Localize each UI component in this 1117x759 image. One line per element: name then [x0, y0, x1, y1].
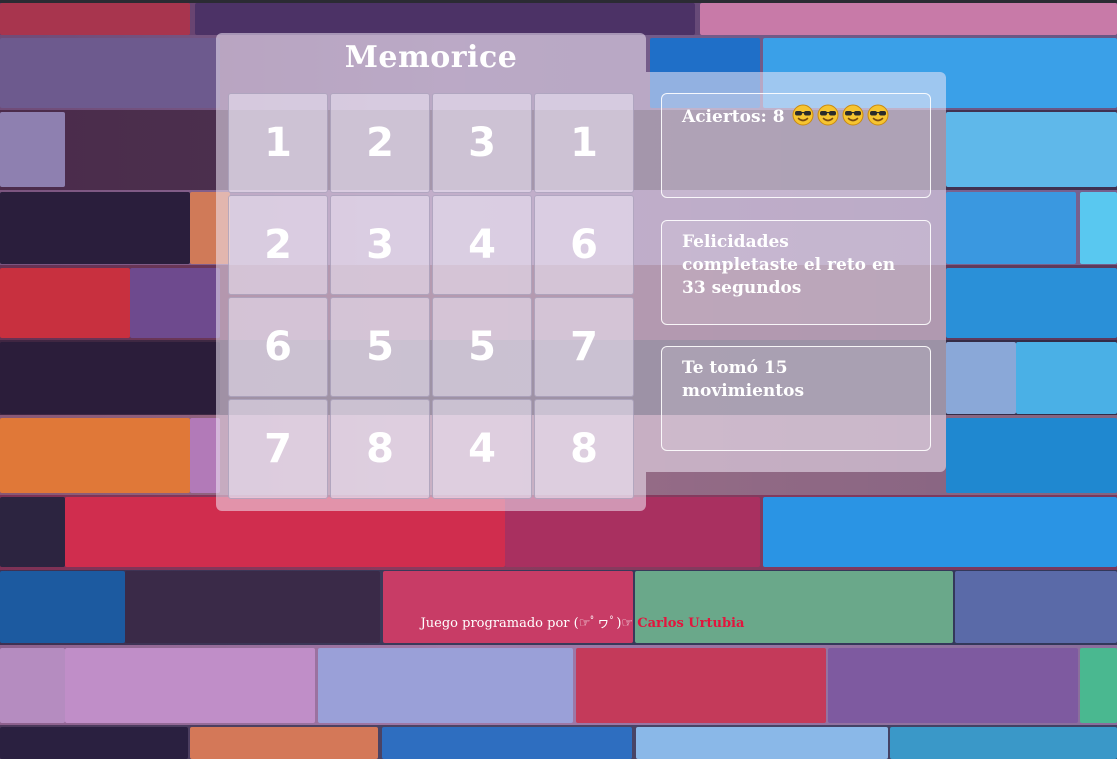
background-brick — [0, 727, 188, 759]
background-brick — [576, 648, 826, 723]
background-brick — [195, 3, 695, 35]
background-brick — [0, 192, 190, 264]
memory-card[interactable]: 1 — [228, 93, 328, 193]
background-brick — [0, 268, 130, 338]
background-brick — [318, 648, 573, 723]
background-brick — [763, 497, 1117, 567]
memory-card[interactable]: 8 — [330, 399, 430, 499]
congrats-box: Felicidades completaste el reto en 33 se… — [661, 220, 931, 325]
card-grid: 1 2 3 1 2 3 4 6 6 5 5 7 7 8 4 8 — [228, 93, 636, 501]
memory-card[interactable]: 2 — [228, 195, 328, 295]
sunglasses-smiley-icon — [791, 104, 815, 126]
background-brick — [0, 571, 125, 643]
background-brick — [828, 648, 1078, 723]
sunglasses-smiley-icon — [841, 104, 865, 126]
background-brick — [125, 571, 380, 643]
memory-card[interactable]: 3 — [432, 93, 532, 193]
background-brick — [0, 648, 65, 723]
background-brick — [1080, 192, 1117, 264]
footer-text: Juego programado por (☞ﾟヮﾟ)☞ — [420, 616, 634, 631]
memory-card[interactable]: 1 — [534, 93, 634, 193]
memory-card[interactable]: 6 — [534, 195, 634, 295]
hits-emoji-row — [790, 104, 890, 127]
hits-box: Aciertos: 8 — [661, 93, 931, 198]
author-link[interactable]: Carlos Urtubia — [637, 616, 744, 631]
background-brick — [0, 112, 65, 187]
memory-card[interactable]: 4 — [432, 399, 532, 499]
background-brick — [636, 727, 888, 759]
memory-card[interactable]: 7 — [534, 297, 634, 397]
memory-card[interactable]: 5 — [432, 297, 532, 397]
page-title: Memorice — [344, 40, 518, 75]
background-brick — [1080, 648, 1117, 723]
hits-label: Aciertos: 8 — [682, 107, 785, 127]
footer: Juego programado por (☞ﾟヮﾟ)☞ Carlos Urtu… — [0, 612, 1117, 631]
background-brick — [130, 268, 220, 338]
memory-card[interactable]: 8 — [534, 399, 634, 499]
background-brick — [0, 497, 65, 567]
background-brick — [0, 418, 190, 493]
background-brick — [383, 571, 633, 643]
sunglasses-smiley-icon — [816, 104, 840, 126]
background-brick — [955, 571, 1117, 643]
memory-card[interactable]: 2 — [330, 93, 430, 193]
background-brick — [65, 648, 315, 723]
moves-box: Te tomó 15 movimientos — [661, 346, 931, 451]
background-brick — [946, 112, 1117, 187]
background-brick — [946, 418, 1117, 493]
background-brick — [0, 3, 190, 35]
background-brick — [382, 727, 632, 759]
background-brick — [1016, 342, 1117, 414]
memory-card[interactable]: 3 — [330, 195, 430, 295]
memory-card[interactable]: 6 — [228, 297, 328, 397]
background-brick — [635, 571, 953, 643]
memory-card[interactable]: 4 — [432, 195, 532, 295]
memory-card[interactable]: 7 — [228, 399, 328, 499]
background-brick — [946, 342, 1016, 414]
congrats-text: Felicidades completaste el reto en 33 se… — [682, 232, 896, 298]
memory-card[interactable]: 5 — [330, 297, 430, 397]
sunglasses-smiley-icon — [866, 104, 890, 126]
moves-text: Te tomó 15 movimientos — [682, 358, 805, 401]
background-brick — [190, 727, 378, 759]
background-brick — [700, 3, 1117, 35]
background-brick — [946, 192, 1076, 264]
background-brick — [0, 342, 220, 414]
background-brick — [0, 38, 220, 108]
background-brick — [890, 727, 1117, 759]
background-brick — [946, 268, 1117, 338]
